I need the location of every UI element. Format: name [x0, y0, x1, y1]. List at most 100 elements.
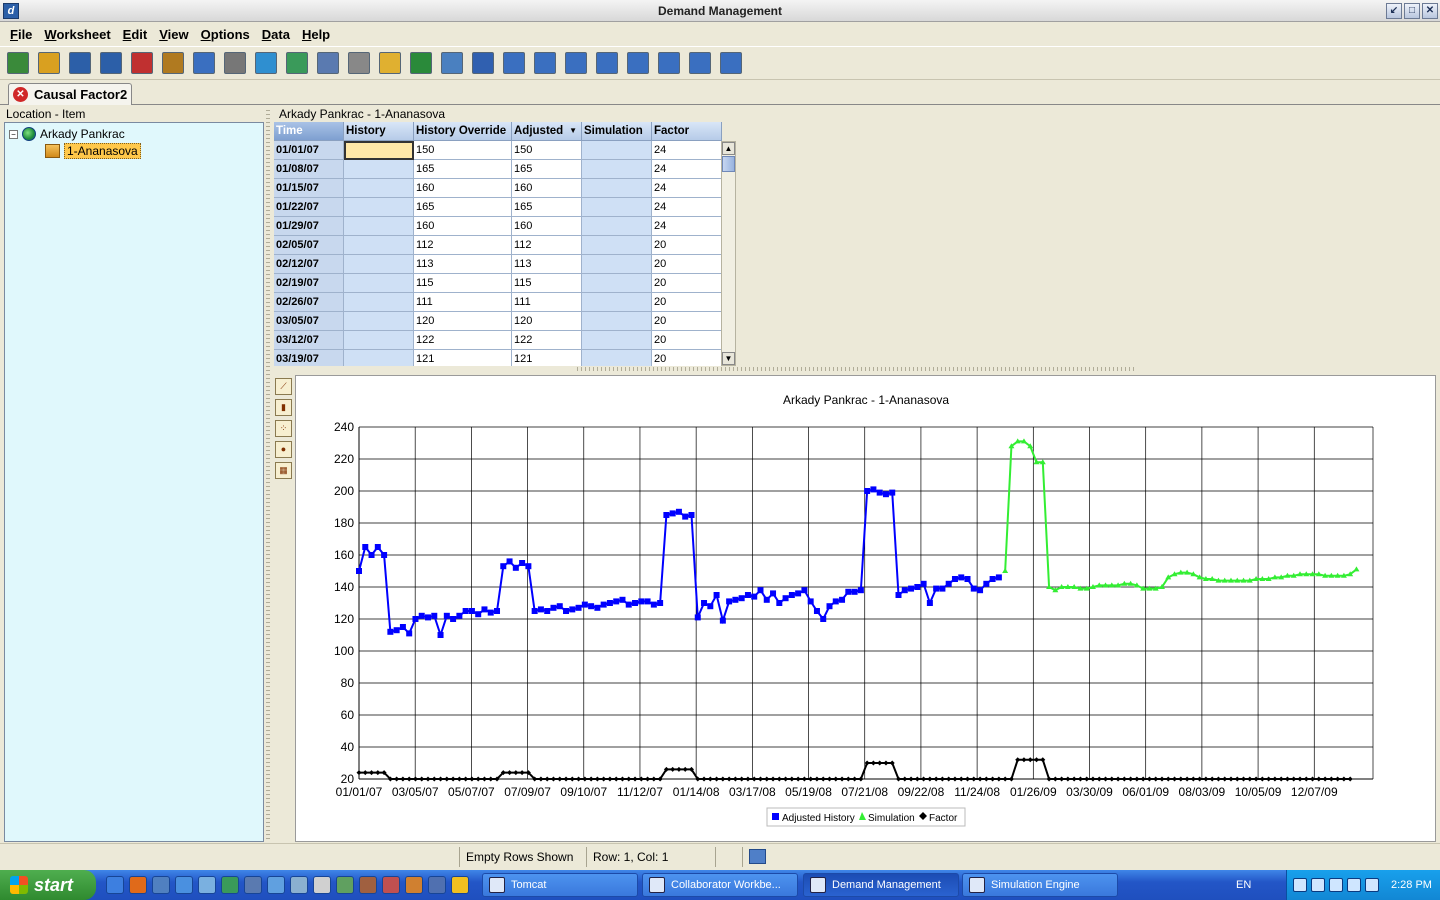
cell-history-override[interactable]: 115: [414, 274, 512, 293]
taskbar-item[interactable]: Tomcat: [482, 873, 638, 897]
cell-adjusted[interactable]: 113: [512, 255, 582, 274]
menu-data[interactable]: Data: [256, 27, 296, 42]
line-chart-icon[interactable]: ⟋: [275, 378, 292, 395]
cell-adjusted[interactable]: 111: [512, 293, 582, 312]
app-icon[interactable]: [382, 876, 400, 894]
app-icon[interactable]: [198, 876, 216, 894]
cell-factor[interactable]: 24: [652, 160, 722, 179]
close-tab-icon[interactable]: ✕: [13, 87, 28, 102]
cell-adjusted[interactable]: 122: [512, 331, 582, 350]
tray-monitor-icon[interactable]: [1311, 878, 1325, 892]
firefox-icon[interactable]: [129, 876, 147, 894]
menu-view[interactable]: View: [153, 27, 194, 42]
cell-simulation[interactable]: [582, 236, 652, 255]
tree-button[interactable]: [562, 49, 590, 77]
cell-history-override[interactable]: 120: [414, 312, 512, 331]
close-window-button[interactable]: ✕: [1422, 3, 1438, 19]
cell-history-override[interactable]: 165: [414, 198, 512, 217]
windows-button[interactable]: [469, 49, 497, 77]
horizontal-splitter[interactable]: [574, 367, 1134, 371]
tray-security-icon[interactable]: [1347, 878, 1361, 892]
cell-adjusted[interactable]: 160: [512, 217, 582, 236]
cell-adjusted[interactable]: 112: [512, 236, 582, 255]
cell-history[interactable]: [344, 331, 414, 350]
cell-history[interactable]: [344, 350, 414, 366]
chrome-icon[interactable]: [175, 876, 193, 894]
app-icon[interactable]: [290, 876, 308, 894]
window-button[interactable]: [500, 49, 528, 77]
clock[interactable]: 2:28 PM: [1391, 879, 1432, 891]
cell-history[interactable]: [344, 217, 414, 236]
scroll-down-icon[interactable]: ▼: [722, 352, 735, 365]
cell-simulation[interactable]: [582, 179, 652, 198]
tray-network-icon[interactable]: [1329, 878, 1343, 892]
book-button[interactable]: [221, 49, 249, 77]
tray-app-icon[interactable]: [1365, 878, 1379, 892]
column-header-time[interactable]: Time: [274, 122, 344, 141]
taskbar-item[interactable]: Simulation Engine: [962, 873, 1118, 897]
menu-file[interactable]: File: [4, 27, 38, 42]
scroll-thumb[interactable]: [722, 156, 735, 172]
cell-history[interactable]: [344, 160, 414, 179]
pie-chart-icon[interactable]: ●: [275, 441, 292, 458]
bar-chart-icon[interactable]: ▮: [275, 399, 292, 416]
start-button[interactable]: start: [0, 870, 96, 900]
cell-history-override[interactable]: 160: [414, 179, 512, 198]
grid-vertical-scrollbar[interactable]: ▲ ▼: [721, 141, 736, 366]
table-button[interactable]: [438, 49, 466, 77]
cell-factor[interactable]: 24: [652, 217, 722, 236]
scroll-up-icon[interactable]: ▲: [722, 142, 735, 155]
cell-history-override[interactable]: 165: [414, 160, 512, 179]
cell-adjusted[interactable]: 165: [512, 198, 582, 217]
cell-history[interactable]: [344, 274, 414, 293]
refresh-button[interactable]: [252, 49, 280, 77]
cell-history-override[interactable]: 111: [414, 293, 512, 312]
cell-adjusted[interactable]: 115: [512, 274, 582, 293]
collapse-icon[interactable]: −: [9, 129, 18, 139]
tab-causal-factor2[interactable]: ✕ Causal Factor2: [8, 83, 132, 105]
calculator-button[interactable]: [314, 49, 342, 77]
cell-factor[interactable]: 20: [652, 293, 722, 312]
cell-simulation[interactable]: [582, 141, 652, 160]
columns-button[interactable]: [624, 49, 652, 77]
cell-simulation[interactable]: [582, 350, 652, 366]
app-icon[interactable]: [267, 876, 285, 894]
save-all-button[interactable]: [97, 49, 125, 77]
app-icon[interactable]: [336, 876, 354, 894]
app-icon[interactable]: [451, 876, 469, 894]
cell-simulation[interactable]: [582, 312, 652, 331]
cell-factor[interactable]: 24: [652, 198, 722, 217]
cell-history-override[interactable]: 150: [414, 141, 512, 160]
cell-history-override[interactable]: 160: [414, 217, 512, 236]
cell-factor[interactable]: 20: [652, 312, 722, 331]
cell-adjusted[interactable]: 121: [512, 350, 582, 366]
column-header-simulation[interactable]: Simulation: [582, 122, 652, 141]
app-icon[interactable]: [359, 876, 377, 894]
status-network[interactable]: [742, 847, 770, 867]
tree-node-root[interactable]: − Arkady Pankrac: [9, 127, 125, 141]
sort-down-icon[interactable]: ▼: [569, 122, 577, 140]
cell-simulation[interactable]: [582, 255, 652, 274]
cell-simulation[interactable]: [582, 160, 652, 179]
tree-node-child[interactable]: 1-Ananasova: [45, 143, 141, 159]
print-button[interactable]: [345, 49, 373, 77]
language-indicator[interactable]: EN: [1236, 879, 1251, 891]
column-header-adjusted[interactable]: Adjusted ▼: [512, 122, 582, 141]
cell-adjusted[interactable]: 160: [512, 179, 582, 198]
menu-edit[interactable]: Edit: [117, 27, 154, 42]
open-button[interactable]: [35, 49, 63, 77]
cell-factor[interactable]: 20: [652, 331, 722, 350]
cell-history-override[interactable]: 112: [414, 236, 512, 255]
menu-options[interactable]: Options: [195, 27, 256, 42]
grid-button[interactable]: [717, 49, 745, 77]
email-button[interactable]: [376, 49, 404, 77]
app-icon[interactable]: [428, 876, 446, 894]
cell-history[interactable]: [344, 293, 414, 312]
settings-button[interactable]: [159, 49, 187, 77]
filter-button[interactable]: [686, 49, 714, 77]
cell-history-override[interactable]: 122: [414, 331, 512, 350]
chart-button[interactable]: [4, 49, 32, 77]
info-button[interactable]: [190, 49, 218, 77]
stacked-bar-icon[interactable]: ▦: [275, 462, 292, 479]
cell-factor[interactable]: 24: [652, 179, 722, 198]
